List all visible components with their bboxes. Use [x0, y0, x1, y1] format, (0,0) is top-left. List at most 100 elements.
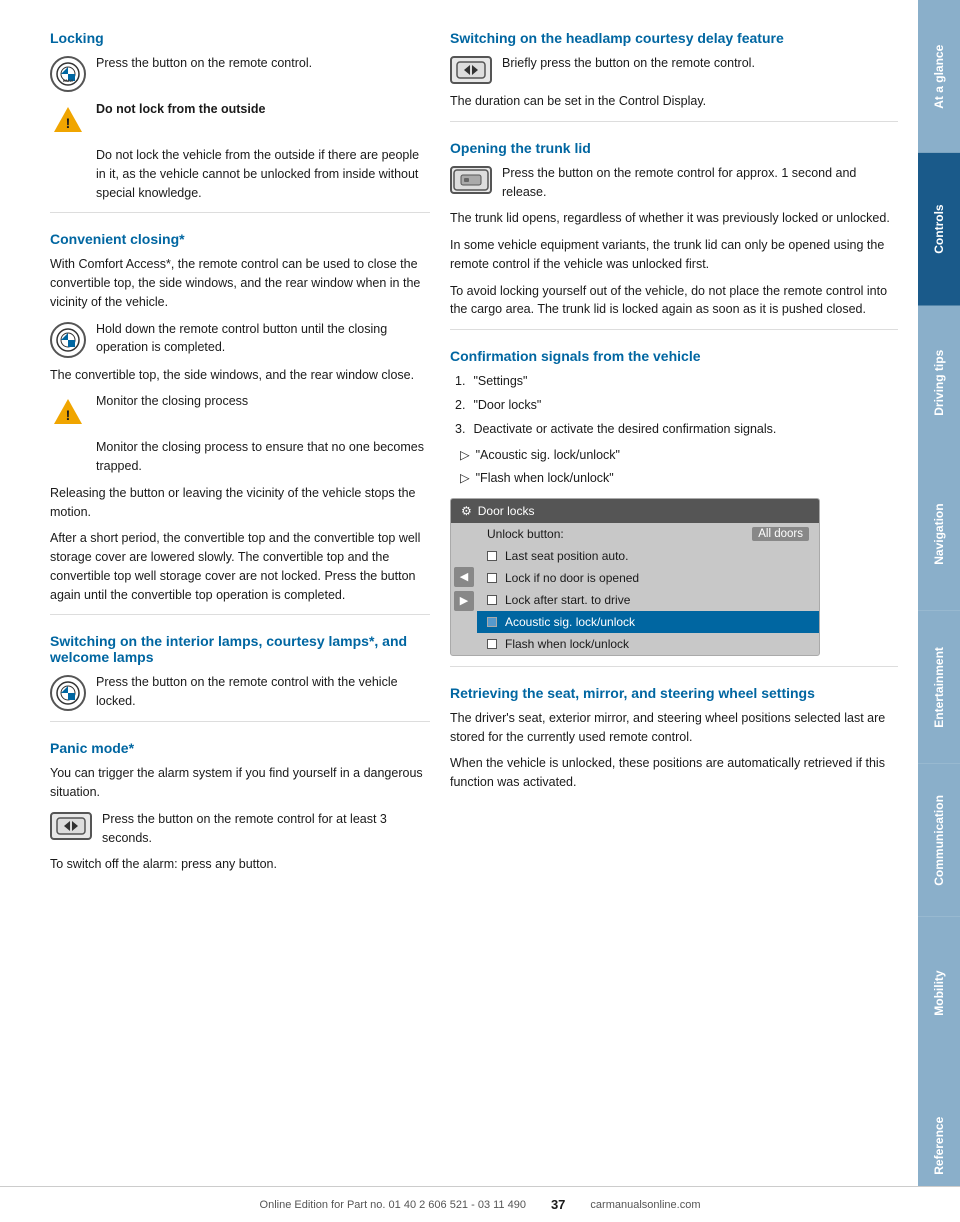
panic-body: You can trigger the alarm system if you … [50, 764, 430, 802]
sidebar-item-at-a-glance[interactable]: At a glance [918, 0, 960, 153]
divider-r2 [450, 329, 898, 330]
panic-button-row: Press the button on the remote control f… [50, 810, 430, 848]
headlamp-button-text: Briefly press the button on the remote c… [502, 54, 898, 73]
headlamp-icon-row: Briefly press the button on the remote c… [450, 54, 898, 84]
page-container: Locking BMW Press the button on the remo… [0, 0, 960, 1222]
main-content: Locking BMW Press the button on the remo… [0, 0, 918, 1222]
divider-1 [50, 212, 430, 213]
screen-main-body: Unlock button: All doors Last seat posit… [477, 523, 819, 655]
monitor-label: Monitor the closing process [96, 392, 430, 411]
step-3-text: Deactivate or activate the desired confi… [473, 420, 776, 439]
divider-r1 [450, 121, 898, 122]
checkbox-1 [487, 551, 497, 561]
step-2-text: "Door locks" [473, 396, 541, 415]
row-5-label: Flash when lock/unlock [505, 637, 809, 651]
bullet-1-text: "Acoustic sig. lock/unlock" [476, 446, 620, 465]
trunk-heading: Opening the trunk lid [450, 140, 898, 156]
bullet-2-text: "Flash when lock/unlock" [476, 469, 614, 488]
screen-row-3: Lock after start. to drive [477, 589, 819, 611]
arrow-icon-2: ▷ [460, 469, 470, 488]
panic-button-text: Press the button on the remote control f… [102, 810, 430, 848]
confirmation-steps-list: 1. "Settings" 2. "Door locks" 3. Deactiv… [450, 372, 898, 438]
warning-row: ! Do not lock from the outside [50, 100, 430, 138]
screen-row-2: Lock if no door is opened [477, 567, 819, 589]
checkbox-5 [487, 639, 497, 649]
step-1-text: "Settings" [473, 372, 527, 391]
retrieving-heading: Retrieving the seat, mirror, and steerin… [450, 685, 898, 701]
screen-nav-left: ◀ ▶ [451, 523, 477, 655]
screen-row-0: Unlock button: All doors [477, 523, 819, 545]
monitor-row: ! Monitor the closing process [50, 392, 430, 430]
nav-right-arrow[interactable]: ▶ [454, 591, 474, 611]
locking-body-text: Press the button on the remote control. [96, 54, 430, 73]
row-1-label: Last seat position auto. [505, 549, 809, 563]
confirmation-bullets: ▷ "Acoustic sig. lock/unlock" ▷ "Flash w… [450, 446, 898, 488]
hold-button-text: Hold down the remote control button unti… [96, 320, 430, 358]
sidebar-item-communication[interactable]: Communication [918, 764, 960, 917]
door-locks-screen: ⚙ Door locks ◀ ▶ Unlock button: All door… [450, 498, 820, 656]
bmw-logo-icon-2 [50, 322, 86, 358]
locking-heading: Locking [50, 30, 430, 46]
confirmation-heading: Confirmation signals from the vehicle [450, 348, 898, 364]
step-1-num: 1. [455, 372, 465, 391]
after-short-body: After a short period, the convertible to… [50, 529, 430, 604]
screen-full: ◀ ▶ Unlock button: All doors Last seat p… [451, 523, 819, 655]
step-3-num: 3. [455, 420, 465, 439]
sidebar-item-navigation[interactable]: Navigation [918, 458, 960, 611]
monitor-body: Monitor the closing process to ensure th… [50, 438, 430, 476]
releasing-body: Releasing the button or leaving the vici… [50, 484, 430, 522]
warning-icon: ! [50, 102, 86, 138]
sidebar-item-driving-tips[interactable]: Driving tips [918, 306, 960, 459]
panic-heading: Panic mode* [50, 740, 430, 756]
interior-lamps-row: Press the button on the remote control w… [50, 673, 430, 711]
screen-row-4: Acoustic sig. lock/unlock [477, 611, 819, 633]
divider-r3 [450, 666, 898, 667]
trunk-icon-row: Press the button on the remote control f… [450, 164, 898, 202]
warning-label: Do not lock from the outside [96, 100, 430, 119]
row-3-label: Lock after start. to drive [505, 593, 809, 607]
svg-text:BMW: BMW [63, 78, 73, 83]
hold-button-row: Hold down the remote control button unti… [50, 320, 430, 358]
interior-lamps-body: Press the button on the remote control w… [96, 673, 430, 711]
row-2-label: Lock if no door is opened [505, 571, 809, 585]
left-column: Locking BMW Press the button on the remo… [50, 30, 430, 1182]
trunk-body3: To avoid locking yourself out of the veh… [450, 282, 898, 320]
step-1: 1. "Settings" [455, 372, 898, 391]
divider-3 [50, 721, 430, 722]
sidebar-nav: At a glance Controls Driving tips Naviga… [918, 0, 960, 1222]
convenient-heading: Convenient closing* [50, 231, 430, 247]
settings-icon: ⚙ [461, 504, 472, 518]
screen-row-5: Flash when lock/unlock [477, 633, 819, 655]
sidebar-item-controls[interactable]: Controls [918, 153, 960, 306]
bmw-logo-icon: BMW [50, 56, 86, 92]
row-4-label: Acoustic sig. lock/unlock [505, 615, 809, 629]
row-0-value: All doors [752, 527, 809, 541]
step-3: 3. Deactivate or activate the desired co… [455, 420, 898, 439]
step-2-num: 2. [455, 396, 465, 415]
convenient-body: With Comfort Access*, the remote control… [50, 255, 430, 311]
divider-2 [50, 614, 430, 615]
screen-header: ⚙ Door locks [451, 499, 819, 523]
step-2: 2. "Door locks" [455, 396, 898, 415]
nav-left-arrow[interactable]: ◀ [454, 567, 474, 587]
sidebar-item-entertainment[interactable]: Entertainment [918, 611, 960, 764]
footer-brand: carmanualsonline.com [590, 1199, 700, 1211]
trunk-body1: The trunk lid opens, regardless of wheth… [450, 209, 898, 228]
retrieving-body1: The driver's seat, exterior mirror, and … [450, 709, 898, 747]
arrow-icon-1: ▷ [460, 446, 470, 465]
right-column: Switching on the headlamp courtesy delay… [450, 30, 898, 1182]
interior-lamps-heading: Switching on the interior lamps, courtes… [50, 633, 430, 665]
checkbox-3 [487, 595, 497, 605]
trunk-icon [450, 166, 492, 194]
remote-icon-headlamp [450, 56, 492, 84]
retrieving-body2: When the vehicle is unlocked, these posi… [450, 754, 898, 792]
warning-icon-2: ! [50, 394, 86, 430]
checkbox-2 [487, 573, 497, 583]
bullet-1: ▷ "Acoustic sig. lock/unlock" [460, 446, 898, 465]
bullet-2: ▷ "Flash when lock/unlock" [460, 469, 898, 488]
trunk-body2: In some vehicle equipment variants, the … [450, 236, 898, 274]
locking-icon-row: BMW Press the button on the remote contr… [50, 54, 430, 92]
sidebar-item-mobility[interactable]: Mobility [918, 917, 960, 1070]
trunk-button-text: Press the button on the remote control f… [502, 164, 898, 202]
row-0-label: Unlock button: [487, 527, 744, 541]
